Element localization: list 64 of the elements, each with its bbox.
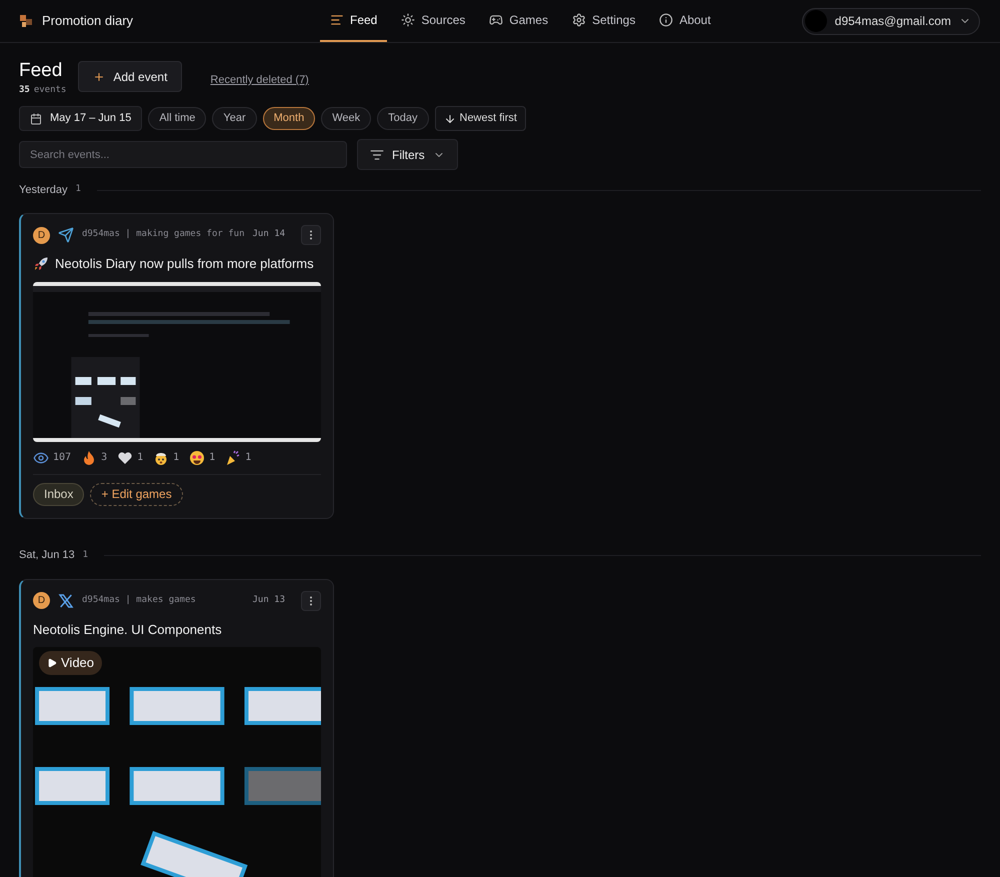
nav-tab[interactable]: About [649, 0, 721, 42]
heart-icon [117, 450, 134, 466]
group-count: 1 [76, 183, 81, 196]
play-icon [47, 658, 57, 668]
filters-button[interactable]: Filters [357, 139, 458, 170]
plus-icon [93, 70, 106, 82]
nav-tab[interactable]: Sources [391, 0, 476, 42]
reaction-count: 1 [173, 451, 180, 465]
range-chip[interactable]: All time [148, 107, 206, 130]
paper-plane-icon [58, 227, 74, 243]
app-title: Promotion diary [42, 12, 134, 30]
group-label: Sat, Jun 13 [19, 548, 75, 564]
rocket-icon [33, 256, 49, 272]
date-range-button[interactable]: May 17 – Jun 15 [19, 106, 142, 131]
nav-tab[interactable]: Settings [562, 0, 646, 42]
range-chip[interactable]: Year [212, 107, 257, 130]
party-popper-icon [225, 450, 242, 466]
edit-games-button[interactable]: + Edit games [90, 482, 183, 506]
search-field[interactable]: Search events... [19, 141, 347, 168]
video-badge[interactable]: Video [39, 651, 102, 674]
feed-icon [330, 13, 344, 27]
reaction-count: 107 [53, 451, 72, 465]
x-logo-icon [58, 592, 74, 608]
event-count: 35 [19, 84, 30, 97]
sources-icon [401, 13, 416, 27]
sort-button[interactable]: Newest first [434, 106, 526, 131]
account-avatar [804, 10, 827, 32]
reaction-count: 1 [245, 451, 252, 465]
about-icon [659, 13, 674, 27]
star-eyes-face-icon [189, 450, 206, 466]
avatar: D [33, 592, 50, 609]
recently-deleted-link[interactable]: Recently deleted (7) [210, 72, 309, 88]
calendar-icon [30, 112, 42, 124]
more-options-button[interactable] [301, 225, 321, 245]
author-handle: d954mas | makes games [82, 594, 196, 607]
more-options-button[interactable] [301, 590, 321, 610]
status-tag[interactable]: Inbox [33, 482, 84, 506]
add-event-button[interactable]: Add event [78, 61, 182, 92]
video-label: Video [61, 654, 94, 672]
page-title: Feed [19, 59, 64, 83]
nav-tab[interactable]: Feed [320, 0, 388, 42]
arrow-down-icon [444, 112, 456, 124]
eye-icon [33, 450, 49, 466]
filter-icon [370, 148, 384, 162]
event-title: Neotolis Diary now pulls from more platforms [55, 255, 314, 273]
games-icon [489, 13, 504, 27]
reaction-count: 1 [137, 451, 144, 465]
reaction-count: 3 [101, 451, 108, 465]
avatar: D [33, 226, 50, 244]
logo-icon [20, 15, 32, 27]
nav-tab[interactable]: Games [479, 0, 558, 42]
range-chip[interactable]: Month [262, 107, 316, 130]
group-label: Yesterday [19, 182, 68, 198]
range-chip[interactable]: Today [377, 107, 428, 130]
account-menu[interactable]: d954mas@gmail.com [802, 8, 980, 34]
settings-icon [572, 13, 586, 27]
event-date: Jun 14 [252, 228, 286, 242]
reaction-count: 1 [209, 451, 216, 465]
author-handle: d954mas | making games for fun [82, 228, 244, 242]
range-chip[interactable]: Week [321, 107, 372, 130]
event-count-unit: events [34, 84, 66, 97]
event-date: Jun 13 [252, 594, 285, 607]
event-title: Neotolis Engine. UI Components [33, 620, 222, 639]
group-count: 1 [82, 548, 88, 562]
